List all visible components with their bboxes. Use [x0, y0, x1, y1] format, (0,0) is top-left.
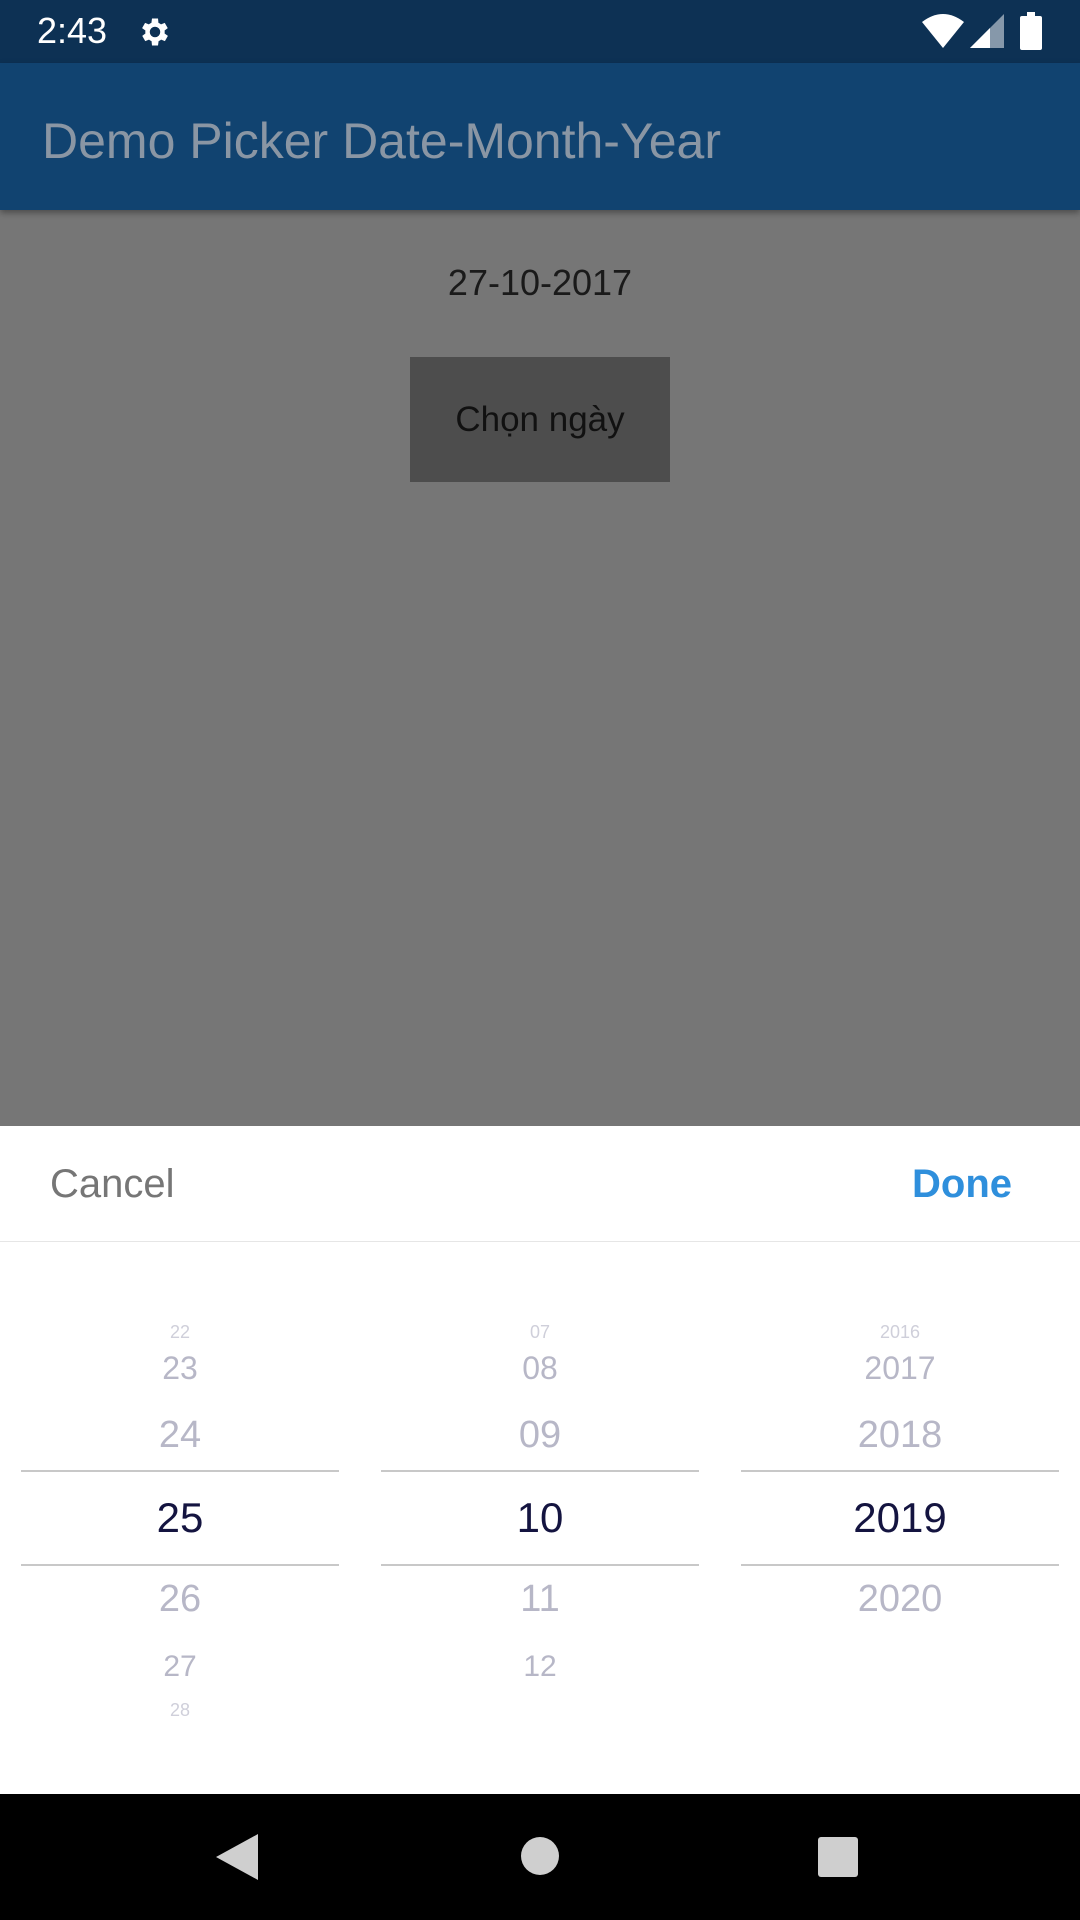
- selection-line-top: [381, 1470, 699, 1472]
- year-option[interactable]: 2017: [741, 1350, 1059, 1386]
- day-option[interactable]: 27: [21, 1650, 339, 1684]
- day-option[interactable]: 28: [21, 1700, 339, 1720]
- day-option[interactable]: 26: [21, 1577, 339, 1621]
- date-picker-sheet: Cancel Done 22 23 24 25 26 27 28 07 08 0…: [0, 1126, 1080, 1794]
- home-icon[interactable]: [520, 1836, 560, 1876]
- app-title: Demo Picker Date-Month-Year: [42, 113, 721, 169]
- month-option[interactable]: 11: [381, 1577, 699, 1621]
- signal-icon: [970, 14, 1004, 48]
- selection-line-bottom: [741, 1564, 1059, 1566]
- selection-line-top: [21, 1470, 339, 1472]
- month-selected[interactable]: 10: [381, 1494, 699, 1542]
- day-wheel[interactable]: 22 23 24 25 26 27 28: [21, 1126, 339, 1794]
- status-time: 2:43: [37, 10, 108, 51]
- selected-date-text: 27-10-2017: [447, 262, 633, 303]
- gear-icon: [142, 18, 168, 46]
- status-bar: 2:43: [0, 0, 1080, 63]
- month-option[interactable]: 12: [381, 1650, 699, 1684]
- day-selected[interactable]: 25: [21, 1494, 339, 1542]
- recents-icon[interactable]: [818, 1837, 858, 1877]
- selection-line-bottom: [381, 1564, 699, 1566]
- month-option[interactable]: 09: [381, 1413, 699, 1457]
- selection-line-top: [741, 1470, 1059, 1472]
- month-option[interactable]: 08: [381, 1350, 699, 1386]
- month-wheel[interactable]: 07 08 09 10 11 12: [381, 1126, 699, 1794]
- day-option[interactable]: 22: [21, 1322, 339, 1342]
- year-wheel[interactable]: 2016 2017 2018 2019 2020: [741, 1126, 1059, 1794]
- wifi-icon: [922, 14, 964, 48]
- app-bar: Demo Picker Date-Month-Year: [0, 63, 1080, 210]
- battery-icon: [1020, 12, 1042, 50]
- back-icon[interactable]: [216, 1834, 258, 1880]
- day-option[interactable]: 23: [21, 1350, 339, 1386]
- year-option[interactable]: 2016: [741, 1322, 1059, 1342]
- selection-line-bottom: [21, 1564, 339, 1566]
- year-option[interactable]: 2018: [741, 1413, 1059, 1457]
- month-option[interactable]: 07: [381, 1322, 699, 1342]
- day-option[interactable]: 24: [21, 1413, 339, 1457]
- navigation-bar: [0, 1794, 1080, 1920]
- year-option[interactable]: 2020: [741, 1577, 1059, 1621]
- pick-date-button[interactable]: Chọn ngày: [410, 357, 670, 482]
- year-selected[interactable]: 2019: [741, 1494, 1059, 1542]
